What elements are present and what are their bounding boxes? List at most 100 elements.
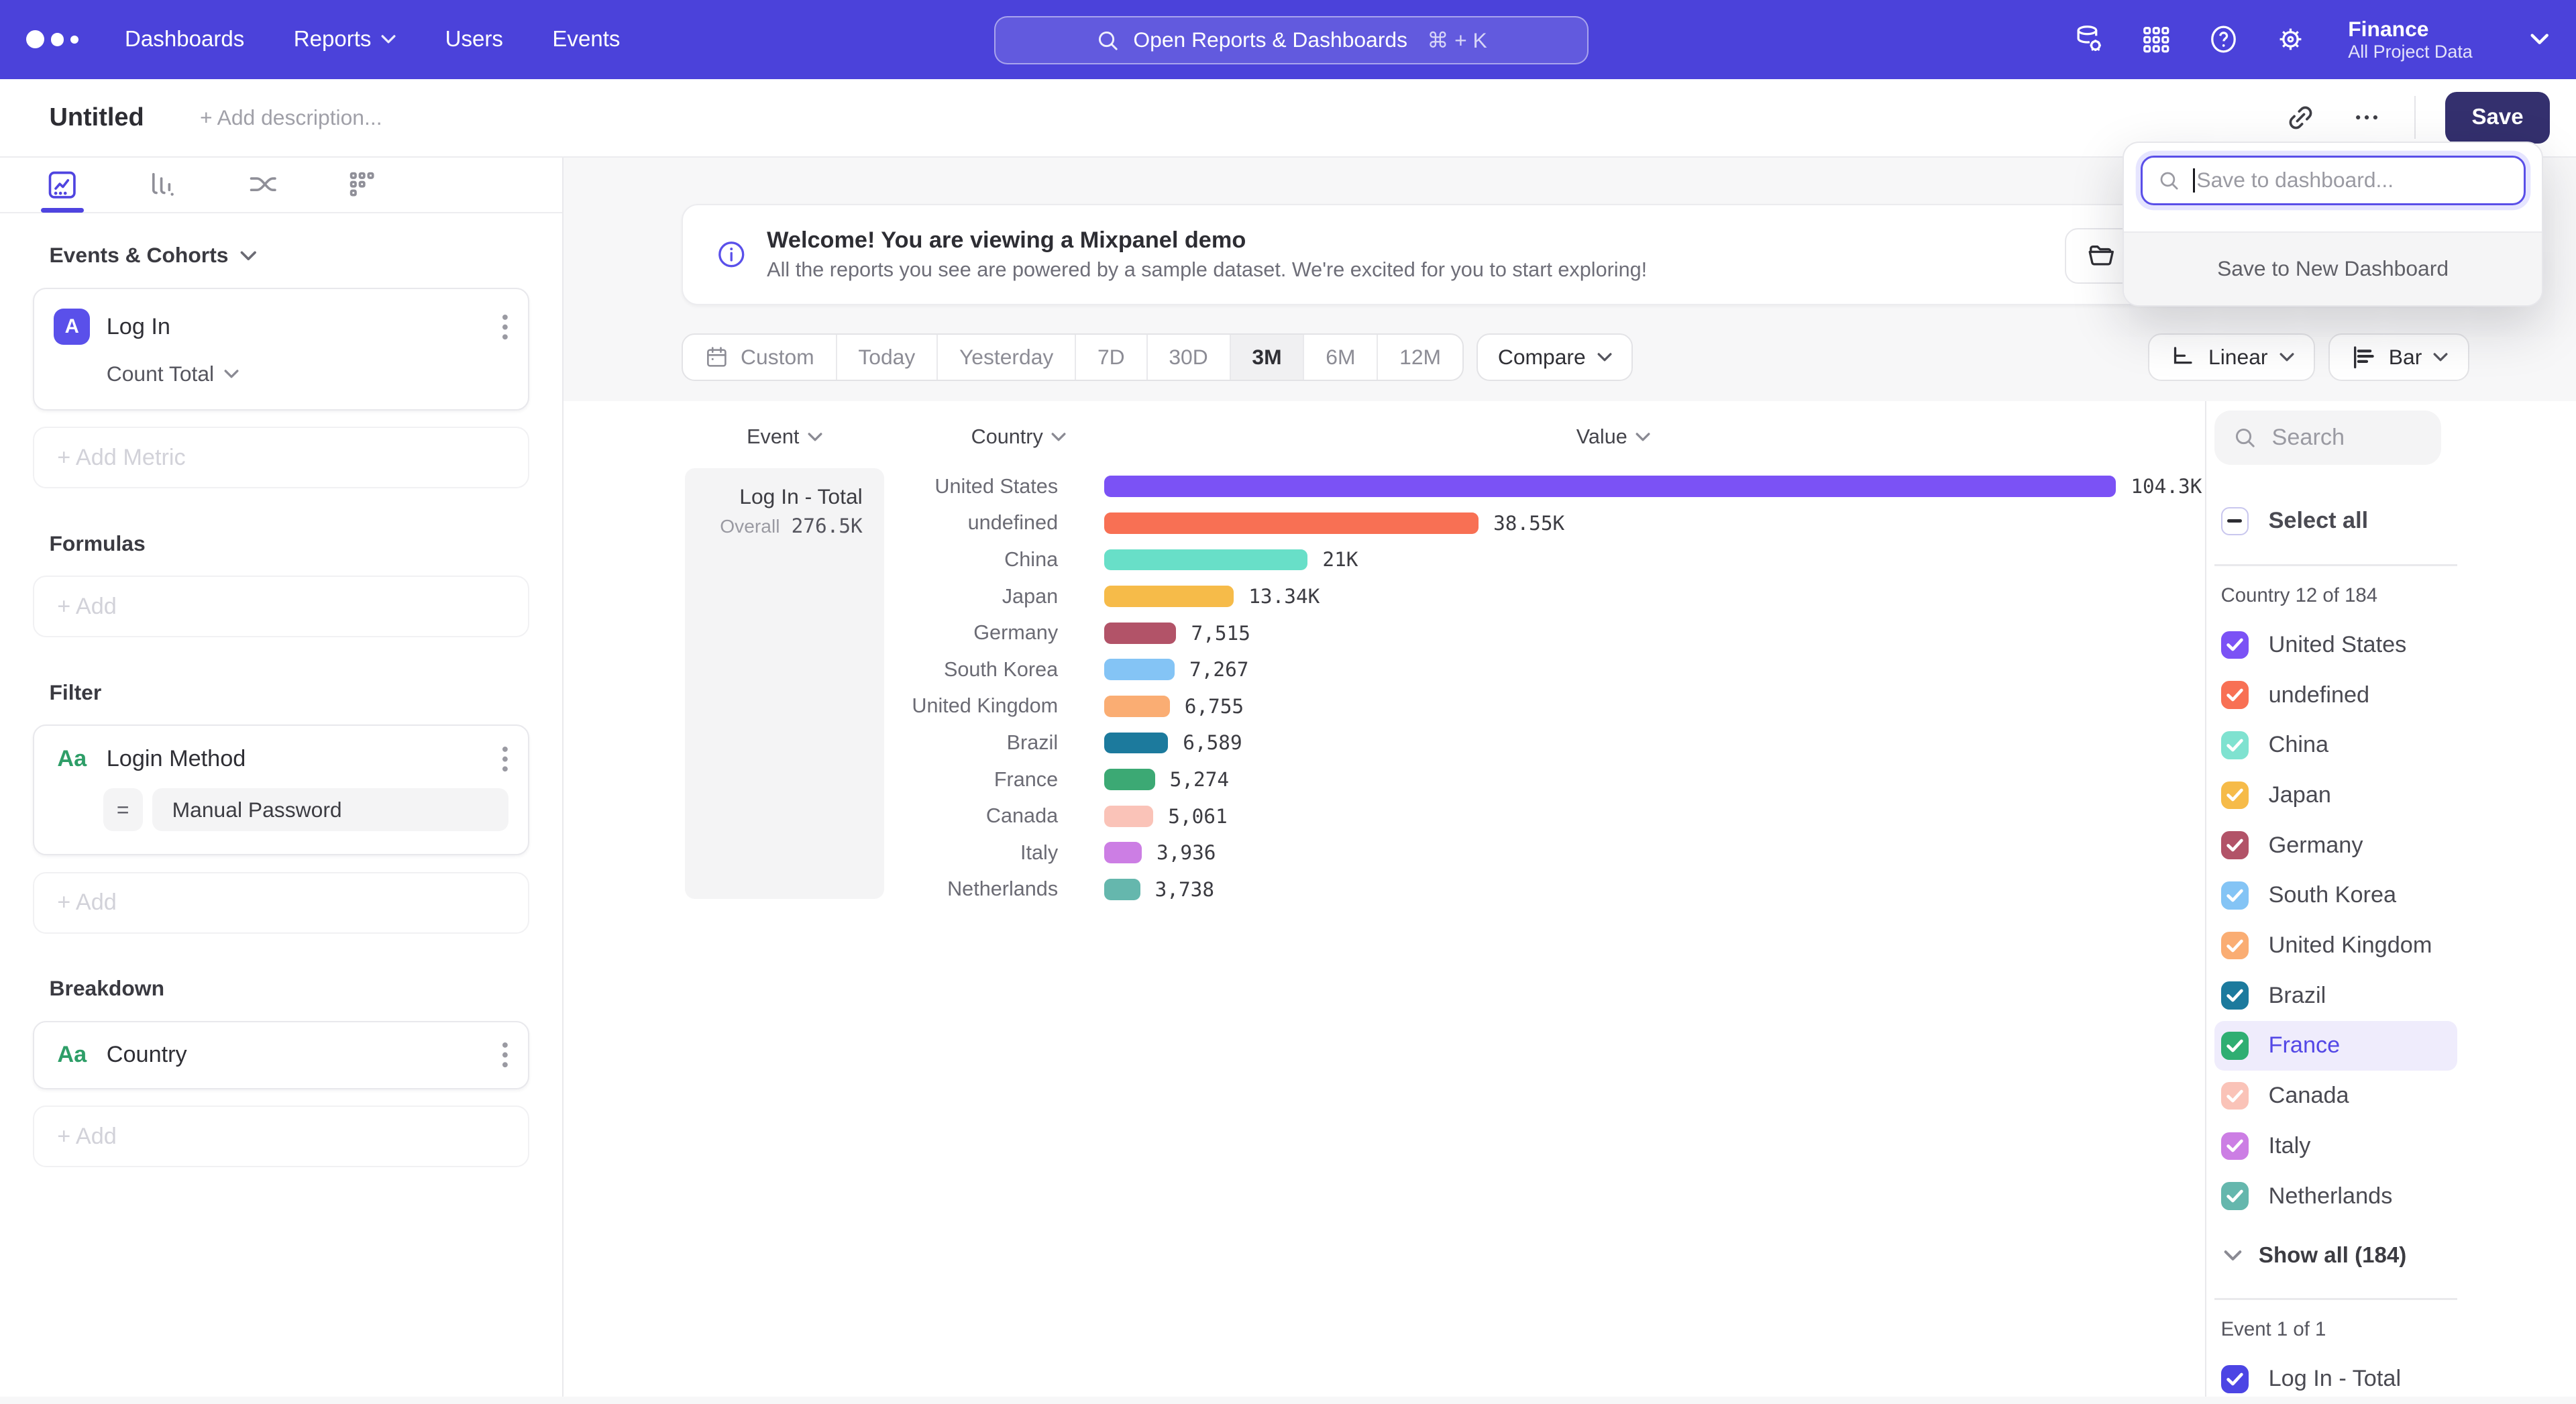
bar[interactable] <box>1104 769 1155 790</box>
bar[interactable] <box>1104 659 1175 680</box>
chart-row-united-states[interactable]: United States104.3K <box>884 468 2205 505</box>
bar[interactable] <box>1104 842 1142 863</box>
legend-row-canada[interactable]: Canada <box>2214 1071 2457 1121</box>
legend-row-brazil[interactable]: Brazil <box>2214 971 2457 1021</box>
apps-grid-icon[interactable] <box>2139 23 2172 56</box>
breakdown-card[interactable]: Aa Country <box>33 1021 529 1089</box>
legend-checkbox[interactable] <box>2221 932 2249 960</box>
legend-checkbox[interactable] <box>2221 881 2249 910</box>
time-range-today[interactable]: Today <box>837 335 938 380</box>
time-range-yesterday[interactable]: Yesterday <box>938 335 1076 380</box>
metric-aggregation[interactable]: Count Total <box>107 362 508 386</box>
metric-name[interactable]: Log In <box>107 314 170 340</box>
scale-selector[interactable]: Linear <box>2148 333 2315 381</box>
select-all-checkbox[interactable] <box>2221 507 2249 535</box>
filter-card[interactable]: Aa Login Method = Manual Password <box>33 724 529 855</box>
time-range-3m[interactable]: 3M <box>1231 335 1305 380</box>
bar[interactable] <box>1104 696 1170 717</box>
add-breakdown-button[interactable]: + Add <box>33 1105 529 1167</box>
select-all-row[interactable]: Select all <box>2214 496 2457 547</box>
legend-row-united-states[interactable]: United States <box>2214 620 2457 670</box>
add-filter-button[interactable]: + Add <box>33 872 529 934</box>
tab-insights[interactable] <box>43 160 83 209</box>
chart-row-united-kingdom[interactable]: United Kingdom6,755 <box>884 688 2205 725</box>
tab-funnels[interactable] <box>143 160 182 209</box>
bar[interactable] <box>1104 623 1177 644</box>
bar[interactable] <box>1104 879 1140 900</box>
report-title[interactable]: Untitled <box>49 103 144 132</box>
save-dashboard-search-input[interactable]: Save to dashboard... <box>2141 156 2526 205</box>
settings-gear-icon[interactable] <box>2274 23 2307 56</box>
metric-card[interactable]: A Log In Count Total <box>33 288 529 411</box>
bar[interactable] <box>1104 512 1479 534</box>
legend-row-germany[interactable]: Germany <box>2214 820 2457 871</box>
legend-row-netherlands[interactable]: Netherlands <box>2214 1171 2457 1222</box>
legend-row-italy[interactable]: Italy <box>2214 1121 2457 1171</box>
add-description[interactable]: + Add description... <box>200 105 382 130</box>
time-range-30d[interactable]: 30D <box>1148 335 1231 380</box>
event-series-cell[interactable]: Log In - Total Overall 276.5K <box>685 468 883 899</box>
legend-row-china[interactable]: China <box>2214 720 2457 770</box>
bar[interactable] <box>1104 806 1153 827</box>
show-all-row[interactable]: Show all (184) <box>2214 1231 2576 1280</box>
add-formula-button[interactable]: + Add <box>33 576 529 637</box>
events-cohorts-header[interactable]: Events & Cohorts <box>49 243 513 268</box>
bar[interactable] <box>1104 476 2116 497</box>
nav-item-dashboards[interactable]: Dashboards <box>125 27 244 52</box>
breakdown-kebab-icon[interactable] <box>502 1042 508 1068</box>
time-range-6m[interactable]: 6M <box>1304 335 1378 380</box>
project-chevron-down-icon[interactable] <box>2530 33 2549 46</box>
event-column-header[interactable]: Event <box>685 425 883 449</box>
filter-operator[interactable]: = <box>103 788 143 831</box>
time-range-12m[interactable]: 12M <box>1378 335 1462 380</box>
legend-checkbox[interactable] <box>2221 781 2249 810</box>
nav-item-events[interactable]: Events <box>552 27 620 52</box>
country-column-header[interactable]: Country <box>884 425 1081 449</box>
time-range-7d[interactable]: 7D <box>1076 335 1147 380</box>
save-button[interactable]: Save <box>2445 92 2550 144</box>
filter-kebab-icon[interactable] <box>502 746 508 772</box>
chart-row-china[interactable]: China21K <box>884 541 2205 578</box>
legend-row-japan[interactable]: Japan <box>2214 770 2457 820</box>
legend-checkbox[interactable] <box>2221 1182 2249 1210</box>
legend-search-input[interactable]: Search <box>2214 411 2441 465</box>
bar[interactable] <box>1104 549 1308 571</box>
nav-item-reports[interactable]: Reports <box>294 27 396 52</box>
value-column-header[interactable]: Value <box>1081 425 2145 449</box>
chart-row-italy[interactable]: Italy3,936 <box>884 834 2205 871</box>
filter-value[interactable]: Manual Password <box>152 788 508 831</box>
chart-row-germany[interactable]: Germany7,515 <box>884 614 2205 651</box>
compare-button[interactable]: Compare <box>1477 333 1633 381</box>
breakdown-property-name[interactable]: Country <box>107 1042 187 1068</box>
save-to-new-dashboard-button[interactable]: Save to New Dashboard <box>2124 231 2542 305</box>
time-range-custom[interactable]: Custom <box>683 335 837 380</box>
nav-item-users[interactable]: Users <box>445 27 503 52</box>
chart-row-canada[interactable]: Canada5,061 <box>884 798 2205 834</box>
data-management-icon[interactable] <box>2072 23 2105 56</box>
chart-type-selector[interactable]: Bar <box>2328 333 2469 381</box>
legend-checkbox[interactable] <box>2221 731 2249 759</box>
project-switcher[interactable]: Finance All Project Data <box>2348 17 2473 62</box>
legend-checkbox[interactable] <box>2221 1032 2249 1060</box>
legend-row-undefined[interactable]: undefined <box>2214 670 2457 720</box>
event-checkbox[interactable] <box>2221 1365 2249 1393</box>
chart-row-brazil[interactable]: Brazil6,589 <box>884 724 2205 761</box>
legend-checkbox[interactable] <box>2221 831 2249 859</box>
chart-row-undefined[interactable]: undefined38.55K <box>884 505 2205 542</box>
tab-flows[interactable] <box>243 160 282 209</box>
chart-row-south-korea[interactable]: South Korea7,267 <box>884 651 2205 688</box>
bar[interactable] <box>1104 733 1169 754</box>
metric-kebab-icon[interactable] <box>502 314 508 340</box>
more-options-icon[interactable] <box>2349 99 2385 136</box>
legend-checkbox[interactable] <box>2221 981 2249 1010</box>
legend-row-united-kingdom[interactable]: United Kingdom <box>2214 920 2457 971</box>
add-metric-button[interactable]: + Add Metric <box>33 427 529 488</box>
chart-row-france[interactable]: France5,274 <box>884 761 2205 798</box>
mixpanel-logo[interactable] <box>26 30 78 48</box>
legend-checkbox[interactable] <box>2221 1082 2249 1110</box>
tab-retention[interactable] <box>343 160 383 209</box>
legend-checkbox[interactable] <box>2221 1132 2249 1160</box>
chart-row-netherlands[interactable]: Netherlands3,738 <box>884 871 2205 908</box>
bar[interactable] <box>1104 586 1234 607</box>
legend-checkbox[interactable] <box>2221 631 2249 659</box>
